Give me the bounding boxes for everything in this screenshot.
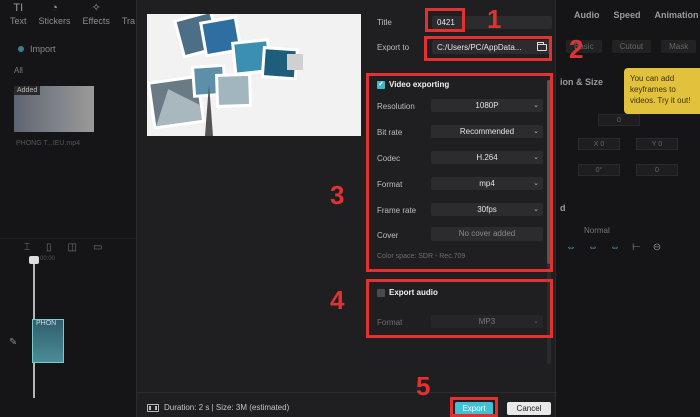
freeze-icon[interactable]: ◫ bbox=[68, 242, 77, 253]
title-label: Title bbox=[377, 18, 392, 27]
tool-transitions[interactable]: Tra bbox=[122, 3, 135, 32]
blend-label: d bbox=[560, 203, 566, 213]
annotation-number-2: 2 bbox=[569, 34, 584, 64]
clip-label: PHON bbox=[36, 320, 57, 327]
subtab-cutout[interactable]: Cutout bbox=[611, 39, 652, 53]
timeline-toolbar: ⌶ ▯ ◫ ▭ bbox=[0, 238, 136, 256]
duration-text: Duration: 2 s | Size: 3M (estimated) bbox=[164, 403, 290, 412]
tab-audio[interactable]: Audio bbox=[574, 10, 600, 32]
timeline-ruler: 00:00 bbox=[40, 256, 56, 262]
timeline-right-tools: ⇔ ⇔ ⇔ ⊢ ⊖ bbox=[556, 238, 700, 256]
filter-all[interactable]: All bbox=[14, 66, 23, 75]
tool-stickers[interactable]: ◔ Stickers bbox=[39, 3, 71, 32]
annotation-number-4: 4 bbox=[330, 285, 345, 315]
split-icon[interactable]: ⌶ bbox=[24, 242, 30, 253]
left-toolbar: TI Text ◔ Stickers ✧ Effects Tra bbox=[0, 0, 136, 32]
blend-mode-value[interactable]: Normal bbox=[584, 226, 610, 235]
position-size-label: ion & Size bbox=[560, 77, 604, 87]
pencil-icon[interactable]: ✎ bbox=[9, 337, 17, 348]
added-badge: Added bbox=[14, 86, 41, 95]
effects-icon: ✧ bbox=[91, 2, 101, 14]
tool-text-label: Text bbox=[10, 16, 27, 26]
tab-animation[interactable]: Animation bbox=[655, 10, 699, 32]
preview-image bbox=[147, 14, 361, 136]
annotation-box-title bbox=[425, 8, 465, 32]
playhead-handle[interactable] bbox=[29, 256, 39, 264]
text-icon: TI bbox=[13, 2, 24, 14]
tool-effects-label: Effects bbox=[82, 16, 110, 26]
import-icon bbox=[18, 46, 24, 52]
annotation-number-3: 3 bbox=[330, 180, 345, 210]
import-label: Import bbox=[30, 44, 56, 54]
subtab-mask[interactable]: Mask bbox=[661, 39, 697, 53]
annotation-box-audio bbox=[366, 279, 553, 338]
annotation-number-1: 1 bbox=[487, 4, 502, 34]
export-to-label: Export to bbox=[377, 43, 410, 52]
tool-transitions-label: Tra bbox=[121, 16, 136, 26]
media-thumbnail[interactable]: Added bbox=[14, 86, 94, 132]
annotation-box-video bbox=[366, 73, 553, 272]
tool-stickers-label: Stickers bbox=[38, 16, 71, 26]
tool-text[interactable]: TI Text bbox=[10, 3, 27, 32]
annotation-box-export-button bbox=[450, 397, 498, 417]
screen: TI Text ◔ Stickers ✧ Effects Tra Import … bbox=[0, 0, 700, 417]
scale-field[interactable]: 0 bbox=[598, 114, 640, 126]
extra-field[interactable]: 0 bbox=[636, 164, 678, 176]
zoom-out-icon[interactable]: ⊖ bbox=[653, 242, 661, 253]
magnet-icon[interactable]: ⇔ bbox=[588, 242, 598, 253]
link-icon[interactable]: ⇔ bbox=[566, 242, 576, 253]
duration-info: Duration: 2 s | Size: 3M (estimated) bbox=[147, 403, 289, 412]
cancel-button[interactable]: Cancel bbox=[507, 402, 551, 415]
media-filename: PHONG T...IEU.mp4 bbox=[16, 140, 81, 147]
keyframe-tooltip: You can add keyframes to videos. Try it … bbox=[624, 68, 700, 114]
pos-y-field[interactable]: Y 0 bbox=[636, 138, 678, 150]
tab-speed[interactable]: Speed bbox=[614, 10, 641, 32]
right-panel-tabs: Audio Speed Animation bbox=[556, 0, 700, 32]
split-view-icon[interactable]: ⊢ bbox=[632, 242, 641, 253]
import-button[interactable]: Import bbox=[18, 44, 56, 54]
annotation-box-export-to bbox=[424, 36, 552, 61]
film-icon bbox=[147, 403, 159, 412]
annotation-number-5: 5 bbox=[416, 371, 431, 401]
delete-icon[interactable]: ▯ bbox=[46, 242, 52, 253]
crop-icon[interactable]: ▭ bbox=[93, 242, 102, 253]
sticker-icon: ◔ bbox=[51, 2, 58, 14]
rotate-field[interactable]: 0° bbox=[578, 164, 620, 176]
tool-effects[interactable]: ✧ Effects bbox=[83, 3, 110, 32]
marker-icon[interactable]: ⇔ bbox=[610, 242, 620, 253]
pos-x-field[interactable]: X 0 bbox=[578, 138, 620, 150]
video-preview bbox=[147, 14, 361, 136]
